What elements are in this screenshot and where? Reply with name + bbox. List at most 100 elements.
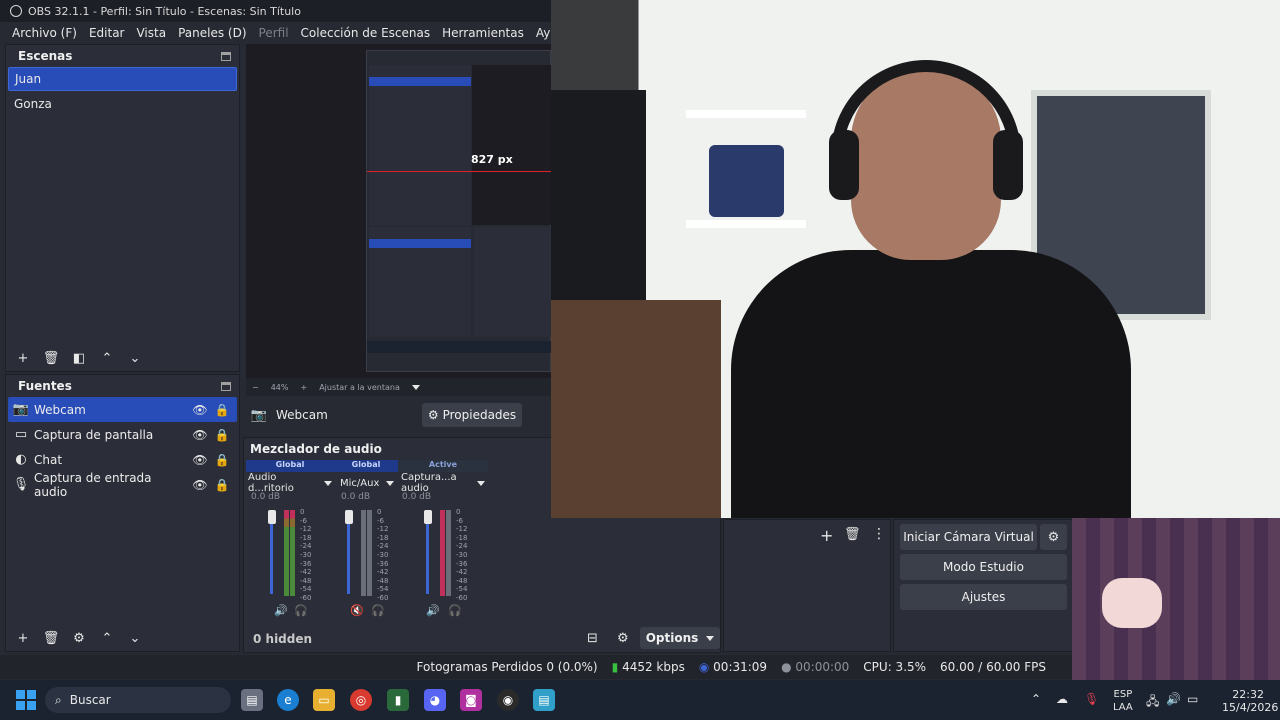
lock-icon[interactable]: 🔒 xyxy=(215,453,230,467)
scene-item-gonza[interactable]: Gonza xyxy=(8,92,237,116)
search-placeholder: Buscar xyxy=(69,693,111,707)
language-indicator[interactable]: ESP LAA xyxy=(1113,688,1133,714)
fader-knob[interactable] xyxy=(268,510,276,524)
menu-paneles[interactable]: Paneles (D) xyxy=(178,26,246,40)
sources-title: Fuentes xyxy=(18,379,72,393)
trash-icon[interactable]: 🗑 xyxy=(43,351,60,366)
studio-mode-button[interactable]: Modo Estudio xyxy=(900,554,1067,580)
move-down-icon[interactable]: ⌄ xyxy=(128,351,142,366)
volume-fader[interactable] xyxy=(270,514,273,594)
speaker-icon[interactable]: 🔊 xyxy=(274,604,288,617)
add-icon[interactable]: + xyxy=(16,631,30,646)
eye-icon[interactable]: 👁 xyxy=(192,403,207,417)
move-up-icon[interactable]: ⌃ xyxy=(100,631,114,646)
zoom-out-icon[interactable]: − xyxy=(252,383,259,392)
stream-time-value: 00:00:00 xyxy=(795,660,850,674)
windows-start-icon[interactable] xyxy=(16,690,36,710)
volume-icon[interactable]: 🔊 xyxy=(1166,692,1181,706)
undock-icon[interactable] xyxy=(221,381,231,391)
source-row-screen[interactable]: ▭ Captura de pantalla 👁 🔒 xyxy=(8,422,237,447)
eye-icon[interactable]: 👁 xyxy=(192,478,207,492)
clock[interactable]: 22:32 15/4/2026 xyxy=(1222,688,1279,714)
edge-icon[interactable]: e xyxy=(277,689,299,711)
menu-vista[interactable]: Vista xyxy=(136,26,166,40)
move-up-icon[interactable]: ⌃ xyxy=(100,351,114,366)
source-row-chat[interactable]: ◐ Chat 👁 🔒 xyxy=(8,447,237,472)
source-row-audio[interactable]: 🎙 Captura de entrada audio 👁 🔒 xyxy=(8,471,237,499)
channel-select[interactable]: Audio d...ritorio xyxy=(248,472,336,494)
channel-select[interactable]: Mic/Aux xyxy=(340,475,398,491)
discord-icon[interactable]: ◕ xyxy=(424,689,446,711)
preview-canvas[interactable]: 827 px xyxy=(246,44,552,378)
headphone-icon[interactable]: 🎧 xyxy=(294,604,308,617)
selected-source-name: Webcam xyxy=(276,408,328,422)
menu-perfil[interactable]: Perfil xyxy=(259,26,289,40)
cloud-icon[interactable]: ☁ xyxy=(1056,692,1068,706)
obs-taskbar-icon[interactable]: ◉ xyxy=(497,689,519,711)
taskbar-search[interactable]: ⌕ Buscar xyxy=(45,687,231,713)
virtual-camera-button[interactable]: Iniciar Cámara Virtual xyxy=(900,524,1037,550)
recording-icon: ◉ xyxy=(698,660,710,674)
advanced-audio-icon[interactable]: ⚙ xyxy=(617,631,629,646)
menu-coleccion[interactable]: Colección de Escenas xyxy=(301,26,431,40)
move-down-icon[interactable]: ⌄ xyxy=(128,631,142,646)
menu-editar[interactable]: Editar xyxy=(89,26,125,40)
layout-icon[interactable]: ⊟ xyxy=(587,631,598,646)
zoom-fit[interactable]: Ajustar a la ventana xyxy=(319,383,400,392)
channel-db: 0.0 dB xyxy=(251,492,281,502)
lock-icon[interactable]: 🔒 xyxy=(215,403,230,417)
menu-bar: Archivo (F) Editar Vista Paneles (D) Per… xyxy=(0,22,595,44)
cpu-usage: CPU: 3.5% xyxy=(863,660,927,674)
app-icon[interactable]: ◙ xyxy=(460,689,482,711)
chevron-up-icon[interactable]: ⌃ xyxy=(1031,692,1041,706)
trash-icon[interactable]: 🗑 xyxy=(844,527,861,542)
settings-button[interactable]: Ajustes xyxy=(900,584,1067,610)
notepad-icon[interactable]: ▤ xyxy=(533,689,555,711)
undock-icon[interactable] xyxy=(221,51,231,61)
network-icon[interactable]: 🖧 xyxy=(1146,692,1159,713)
volume-fader[interactable] xyxy=(426,514,429,594)
scene-item-juan[interactable]: Juan xyxy=(8,67,237,91)
mixer-title: Mezclador de audio xyxy=(250,442,382,456)
channel-select[interactable]: Captura...a audio xyxy=(401,472,489,494)
volume-fader[interactable] xyxy=(347,514,350,594)
speaker-icon[interactable]: 🔊 xyxy=(426,604,440,617)
battery-icon[interactable]: ▭ xyxy=(1187,692,1198,706)
folder-icon[interactable]: ▭ xyxy=(313,689,335,711)
source-row-webcam[interactable]: 📷 Webcam 👁 🔒 xyxy=(8,397,237,422)
app-icon[interactable]: ▮ xyxy=(387,689,409,711)
microphone-icon[interactable]: 🎙 xyxy=(1084,692,1099,706)
headphone-icon[interactable]: 🎧 xyxy=(448,604,462,617)
channel-name: Mic/Aux xyxy=(340,477,380,489)
menu-herramientas[interactable]: Herramientas xyxy=(442,26,524,40)
sources-toolbar: + 🗑 ⚙ ⌃ ⌄ xyxy=(6,626,142,650)
trash-icon[interactable]: 🗑 xyxy=(43,631,60,646)
fader-knob[interactable] xyxy=(424,510,432,524)
gear-icon[interactable]: ⚙ xyxy=(72,631,86,646)
zoom-in-icon[interactable]: + xyxy=(300,383,307,392)
clock-date: 15/4/2026 xyxy=(1222,701,1279,714)
eye-icon[interactable]: 👁 xyxy=(192,428,207,442)
properties-button[interactable]: ⚙ Propiedades xyxy=(422,403,522,427)
speaker-muted-icon[interactable]: 🔇 xyxy=(350,604,364,617)
chrome-icon[interactable]: ◎ xyxy=(350,689,372,711)
more-icon[interactable]: ⋮ xyxy=(872,526,886,542)
region-code: LAA xyxy=(1113,702,1133,713)
eye-icon[interactable]: 👁 xyxy=(192,453,207,467)
file-explorer-icon[interactable]: ▤ xyxy=(241,689,263,711)
scene-label: Gonza xyxy=(14,97,52,111)
lock-icon[interactable]: 🔒 xyxy=(215,428,230,442)
lock-icon[interactable]: 🔒 xyxy=(215,478,230,492)
options-button[interactable]: Options xyxy=(640,627,720,649)
filter-icon[interactable]: ◧ xyxy=(72,351,86,366)
language-code: ESP xyxy=(1113,689,1133,700)
menu-archivo[interactable]: Archivo (F) xyxy=(12,26,77,40)
globe-icon: ◐ xyxy=(15,452,27,467)
add-icon[interactable]: + xyxy=(16,351,30,366)
add-icon[interactable]: + xyxy=(820,526,833,545)
fader-knob[interactable] xyxy=(345,510,353,524)
headphone-icon[interactable]: 🎧 xyxy=(371,604,385,617)
zoom-bar: − 44% + Ajustar a la ventana xyxy=(246,378,551,396)
chevron-down-icon[interactable] xyxy=(411,384,420,390)
gear-icon[interactable]: ⚙ xyxy=(1040,524,1067,550)
